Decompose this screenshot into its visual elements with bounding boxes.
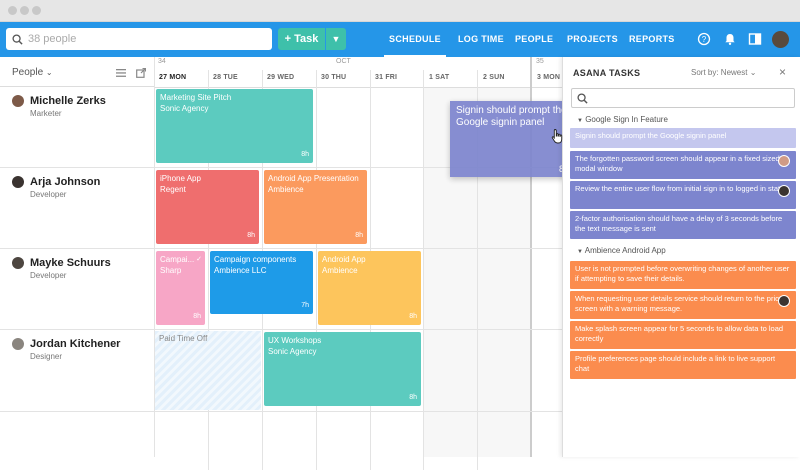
person-name[interactable]: Jordan Kitchener [30, 338, 120, 350]
window-maximize-dot[interactable] [32, 6, 41, 15]
hand-cursor-icon [551, 129, 563, 144]
avatar [12, 338, 24, 350]
search-placeholder: 38 people [28, 33, 77, 45]
chevron-down-icon: ⌄ [45, 68, 53, 77]
nav-log-time[interactable]: LOG TIME [458, 22, 504, 57]
add-task-button[interactable]: + Task [278, 28, 325, 50]
user-avatar[interactable] [772, 31, 789, 48]
person-role: Developer [30, 190, 67, 199]
month-label: OCT [336, 58, 351, 65]
task-block[interactable]: Marketing Site Pitch Sonic Agency 8h [156, 89, 313, 163]
person-role: Designer [30, 352, 63, 361]
export-icon[interactable] [136, 68, 146, 78]
paid-time-off-block[interactable]: Paid Time Off [155, 331, 261, 410]
person-name[interactable]: Arja Johnson [30, 176, 100, 188]
day-header: 1 SAT [429, 74, 450, 81]
asana-task-item[interactable]: 2-factor authorisation should have a del… [570, 211, 796, 239]
nav-projects[interactable]: PROJECTS [567, 22, 618, 57]
day-header: 3 MON [537, 74, 561, 81]
asana-task-item[interactable]: The forgotten password screen should app… [570, 151, 796, 179]
avatar [778, 295, 790, 307]
task-search-input[interactable] [571, 88, 795, 108]
section-header[interactable]: ▼ Ambience Android App [577, 246, 666, 255]
help-icon[interactable]: ? [697, 32, 711, 46]
check-icon: ✓ [196, 256, 202, 263]
week-label: 34 [158, 58, 166, 65]
people-column-header: People ⌄ [0, 57, 155, 87]
caret-down-icon: ▼ [577, 118, 583, 124]
search-icon [577, 93, 588, 104]
asana-task-item[interactable]: Make splash screen appear for 5 seconds … [570, 321, 796, 349]
caret-down-icon: ▼ [577, 249, 583, 255]
chevron-down-icon: ⌄ [749, 68, 757, 77]
task-block[interactable]: Android App Presentation Ambience 8h [264, 170, 367, 244]
avatar [12, 176, 24, 188]
avatar [778, 155, 790, 167]
section-header[interactable]: ▼ Google Sign In Feature [577, 115, 668, 124]
chevron-down-icon[interactable]: ▼ [326, 28, 346, 50]
sort-dropdown[interactable]: Sort by: Newest ⌄ [691, 68, 756, 77]
task-block[interactable]: Campaign components Ambience LLC 7h [210, 251, 313, 314]
day-header: 30 THU [321, 74, 347, 81]
task-block[interactable]: Android App Ambience 8h [318, 251, 421, 325]
person-role: Developer [30, 271, 67, 280]
nav-schedule[interactable]: SCHEDULE [384, 22, 446, 57]
task-block[interactable]: Campai... Sharp 8h ✓ [156, 251, 205, 325]
top-navigation-bar: 38 people + Task ▼ SCHEDULE LOG TIME PEO… [0, 22, 800, 57]
nav-people[interactable]: PEOPLE [515, 22, 553, 57]
asana-task-item[interactable]: Signin should prompt the Google signin p… [570, 128, 796, 148]
close-icon[interactable]: × [779, 65, 786, 79]
nav-reports[interactable]: REPORTS [629, 22, 675, 57]
list-view-icon[interactable] [116, 68, 126, 78]
task-block[interactable]: iPhone App Regent 8h [156, 170, 259, 244]
window-minimize-dot[interactable] [20, 6, 29, 15]
day-header: 28 TUE [213, 74, 238, 81]
bell-icon[interactable] [723, 32, 737, 46]
day-header: 2 SUN [483, 74, 505, 81]
person-name[interactable]: Mayke Schuurs [30, 257, 111, 269]
people-search-input[interactable]: 38 people [6, 28, 272, 50]
avatar [778, 185, 790, 197]
panel-toggle-icon[interactable] [748, 32, 762, 46]
asana-task-item[interactable]: User is not prompted before overwriting … [570, 261, 796, 289]
asana-task-item[interactable]: Profile preferences page should include … [570, 351, 796, 379]
person-name[interactable]: Michelle Zerks [30, 95, 106, 107]
svg-text:?: ? [702, 35, 707, 44]
day-header: 31 FRI [375, 74, 398, 81]
day-header: 27 MON [159, 74, 187, 81]
asana-task-item[interactable]: When requesting user details service sho… [570, 291, 796, 319]
people-dropdown[interactable]: People ⌄ [12, 67, 53, 78]
week-label: 35 [536, 58, 544, 65]
asana-tasks-panel: ASANA TASKS Sort by: Newest ⌄ × ▼ Google… [562, 57, 800, 457]
window-titlebar [0, 0, 800, 22]
day-header: 29 WED [267, 74, 295, 81]
asana-task-item[interactable]: Review the entire user flow from initial… [570, 181, 796, 209]
search-icon [12, 33, 23, 45]
window-close-dot[interactable] [8, 6, 17, 15]
task-block[interactable]: UX Workshops Sonic Agency 8h [264, 332, 421, 406]
panel-title: ASANA TASKS [573, 68, 641, 78]
avatar [12, 95, 24, 107]
person-role: Marketer [30, 109, 62, 118]
avatar [12, 257, 24, 269]
